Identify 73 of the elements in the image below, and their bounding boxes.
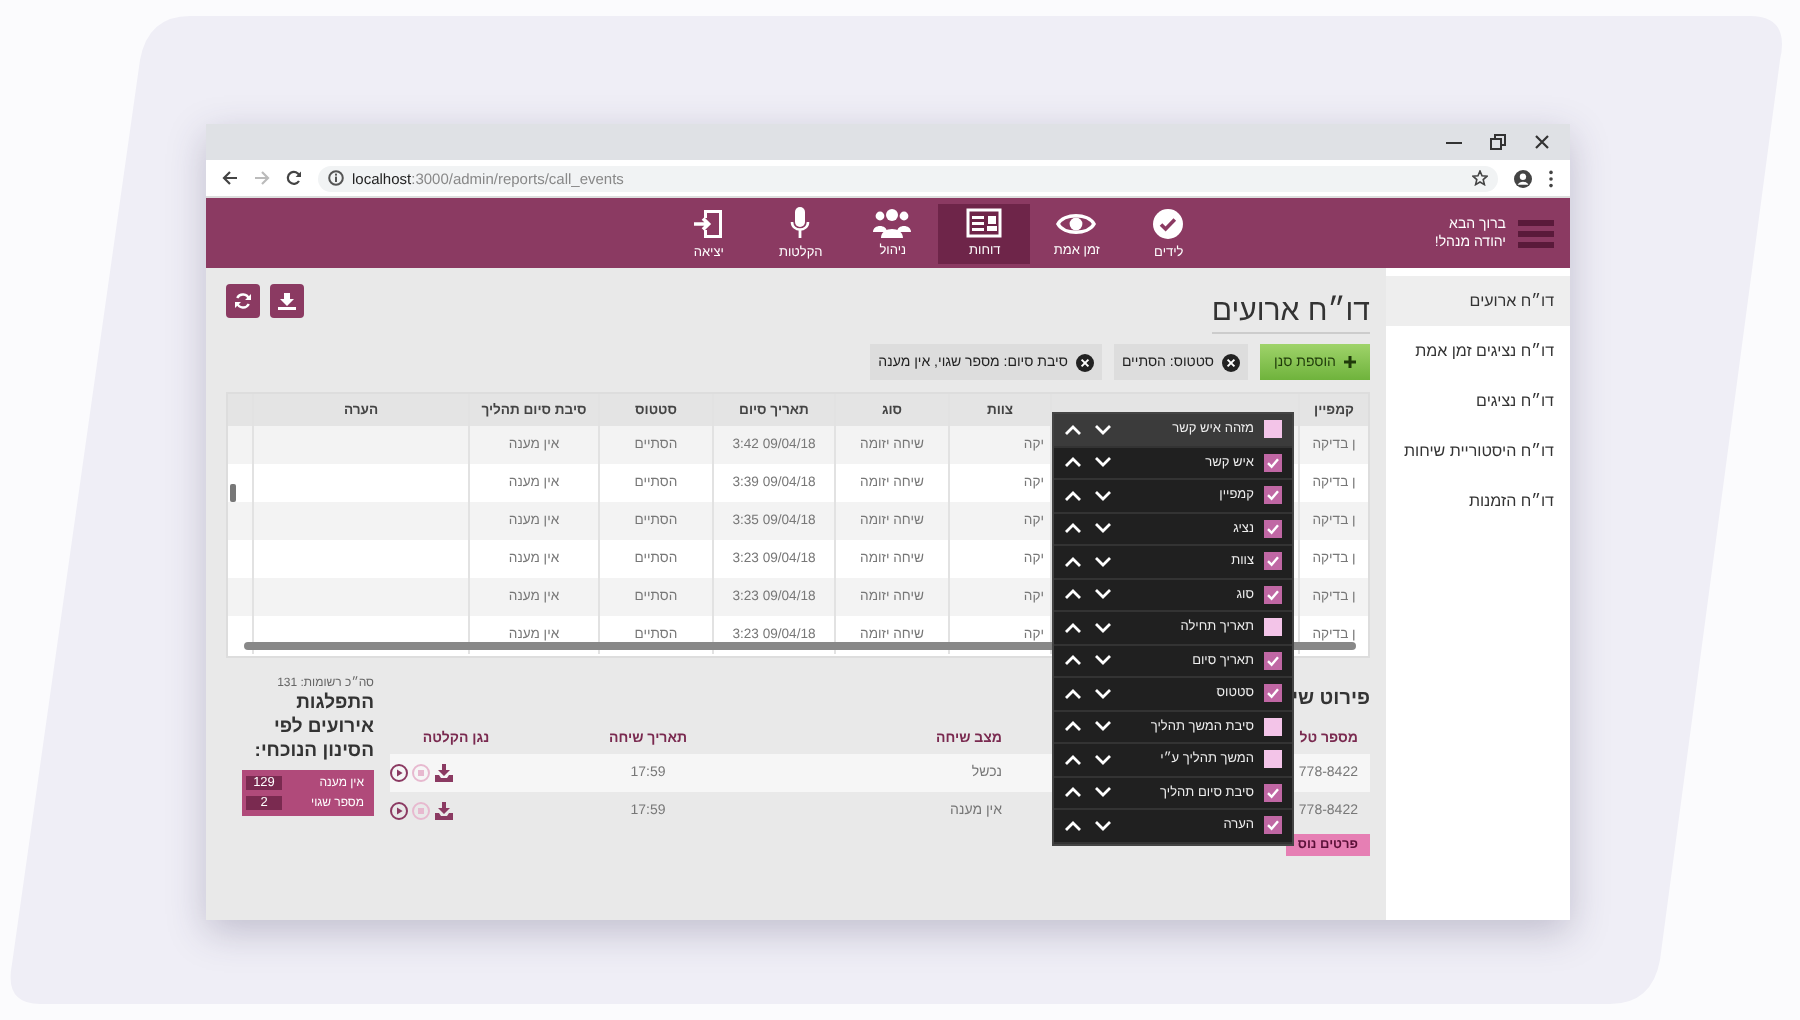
move-up-icon[interactable] [1064,720,1082,733]
play-icon[interactable] [390,802,408,820]
move-down-icon[interactable] [1094,522,1112,535]
move-up-icon[interactable] [1064,753,1082,766]
close-icon[interactable] [1534,134,1550,150]
remove-filter-icon[interactable] [1222,353,1241,371]
move-up-icon[interactable] [1064,555,1082,568]
check-circle-icon [1152,207,1185,239]
checkbox[interactable] [1264,552,1282,571]
move-up-icon[interactable] [1064,654,1082,667]
sidebar-item[interactable]: דו״ח נציגים [1386,376,1570,426]
move-up-icon[interactable] [1064,489,1082,502]
back-arrow-icon[interactable] [222,170,238,186]
checkbox[interactable] [1264,453,1282,472]
info-icon [328,170,344,186]
restore-icon[interactable] [1490,134,1506,150]
download-tray-icon[interactable] [434,802,454,820]
move-down-icon[interactable] [1094,786,1112,799]
report-card-icon [966,208,1003,238]
checkbox[interactable] [1264,651,1282,670]
checkbox[interactable] [1264,618,1282,637]
star-icon[interactable] [1472,170,1488,186]
move-up-icon[interactable] [1064,423,1082,436]
checkbox[interactable] [1264,519,1282,538]
sidebar-item[interactable]: דו״ח נציגים זמן אמת [1386,326,1570,376]
distribution-title: התפלגות אירועים לפי הסינון הנוכחי: [252,692,374,764]
checkbox[interactable] [1264,420,1282,439]
move-down-icon[interactable] [1094,489,1112,502]
download-tray-icon[interactable] [434,764,454,782]
reload-icon[interactable] [286,170,302,186]
move-up-icon[interactable] [1064,819,1082,832]
move-down-icon[interactable] [1094,654,1112,667]
vertical-scrollbar[interactable] [230,484,236,502]
checkbox[interactable] [1264,717,1282,736]
play-icon[interactable] [390,764,408,782]
checkbox[interactable] [1264,684,1282,703]
microphone-icon [790,206,811,240]
checkbox[interactable] [1264,585,1282,604]
move-down-icon[interactable] [1094,720,1112,733]
move-down-icon[interactable] [1094,588,1112,601]
move-down-icon[interactable] [1094,555,1112,568]
refresh-button[interactable] [226,284,260,318]
page-title: דו״ח ארועים [1211,294,1370,334]
move-up-icon[interactable] [1064,621,1082,634]
move-up-icon[interactable] [1064,522,1082,535]
move-down-icon[interactable] [1094,687,1112,700]
section-title: פירוט שי [1291,685,1370,713]
account-icon[interactable] [1514,169,1532,187]
move-down-icon[interactable] [1094,621,1112,634]
sidebar-item[interactable]: דו״ח היסטוריית שיחות [1386,426,1570,476]
move-down-icon[interactable] [1094,456,1112,469]
move-up-icon[interactable] [1064,588,1082,601]
sidebar-item[interactable]: דו״ח ארועים [1386,276,1570,326]
people-icon [872,208,913,238]
eye-icon [1056,209,1097,237]
move-up-icon[interactable] [1064,786,1082,799]
checkbox[interactable] [1264,750,1282,769]
move-down-icon[interactable] [1094,819,1112,832]
download-button[interactable] [270,284,304,318]
move-down-icon[interactable] [1094,423,1112,436]
move-up-icon[interactable] [1064,687,1082,700]
checkbox[interactable] [1264,816,1282,835]
remove-filter-icon[interactable] [1075,353,1094,371]
exit-door-icon [692,207,725,239]
plus-icon [1344,356,1356,368]
move-down-icon[interactable] [1094,753,1112,766]
more-menu-icon[interactable] [1548,169,1554,187]
move-up-icon[interactable] [1064,456,1082,469]
sidebar-item[interactable]: דו״ח הזמנות [1386,476,1570,526]
checkbox[interactable] [1264,783,1282,802]
refresh-icon [234,292,252,310]
download-icon [278,292,296,310]
checkbox[interactable] [1264,486,1282,505]
